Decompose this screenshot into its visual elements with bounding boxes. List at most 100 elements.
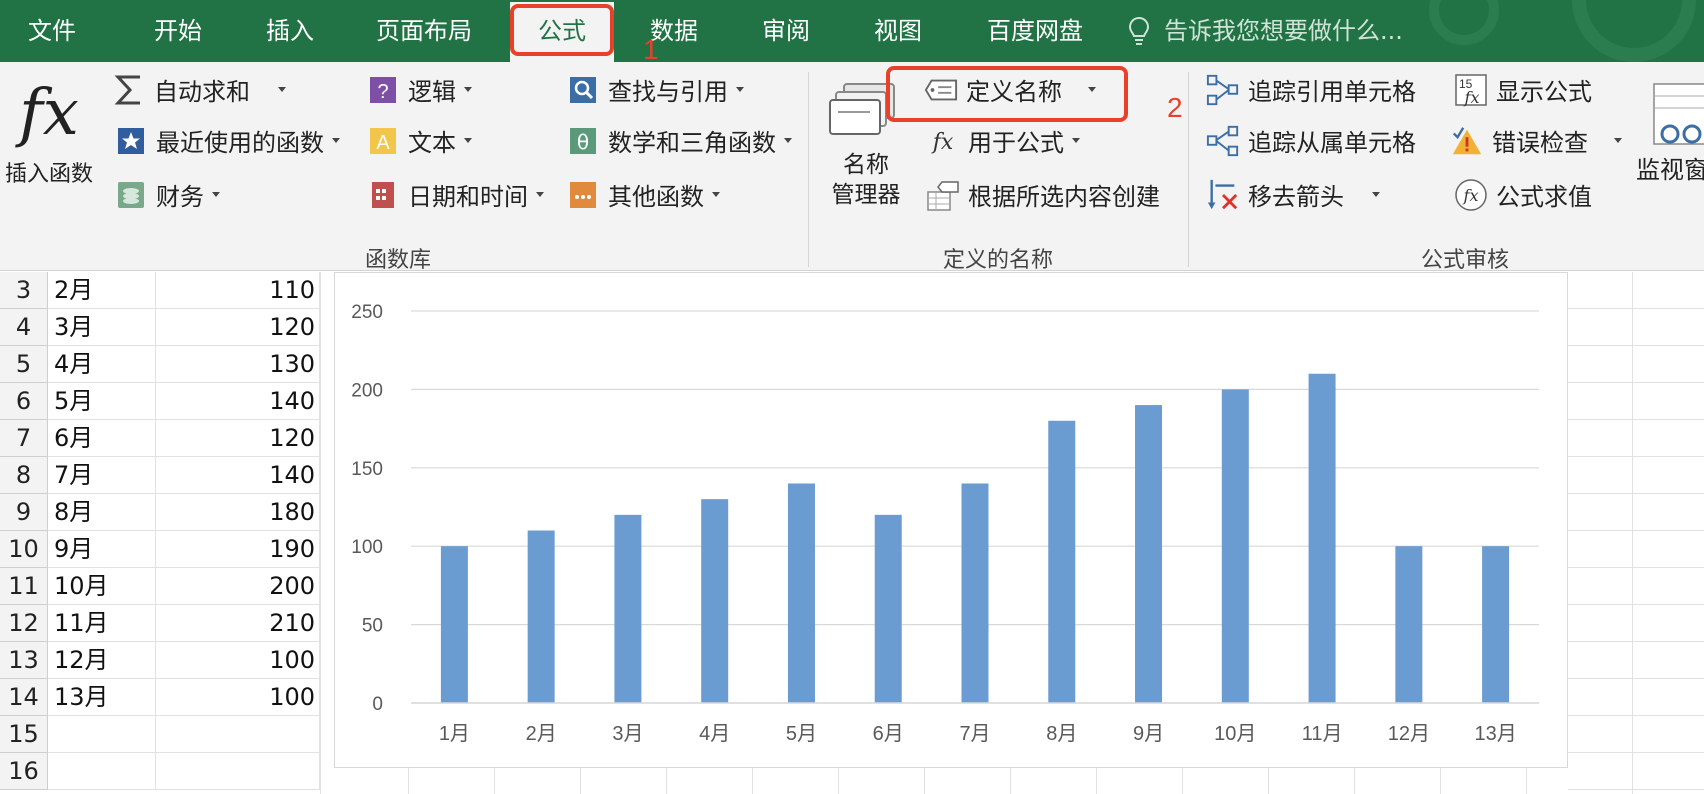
use-in-formula-button[interactable]: fx 用于公式 xyxy=(926,123,1080,158)
recent-functions-button[interactable]: 最近使用的函数 xyxy=(114,123,340,158)
financial-button[interactable]: 财务 xyxy=(114,177,220,212)
row-header[interactable]: 11 xyxy=(0,568,48,605)
row-header[interactable]: 6 xyxy=(0,383,48,420)
tab-page-layout[interactable]: 页面布局 xyxy=(356,0,492,62)
annotation-highlight-formulas-tab xyxy=(510,4,614,56)
value-cell[interactable]: 120 xyxy=(156,309,320,346)
error-checking-button[interactable]: 错误检查 xyxy=(1450,123,1622,158)
value-cell[interactable]: 120 xyxy=(156,420,320,457)
month-cell[interactable] xyxy=(48,753,156,790)
worksheet-grid[interactable]: 3 2月 110 4 3月 120 5 4月 130 6 5月 140 7 6月 120 8 7月 140 9 8月 1… xyxy=(0,272,1704,794)
y-tick-label: 150 xyxy=(351,459,383,480)
trace-dependents-button[interactable]: 追踪从属单元格 xyxy=(1206,123,1416,158)
chevron-down-icon xyxy=(1072,138,1080,143)
month-cell[interactable]: 11月 xyxy=(48,605,156,642)
bar[interactable] xyxy=(440,546,468,703)
text-functions-button[interactable]: A 文本 xyxy=(366,123,472,158)
bar[interactable] xyxy=(614,514,642,703)
trace-precedents-button[interactable]: 追踪引用单元格 xyxy=(1206,72,1416,107)
x-tick-label: 4月 xyxy=(699,723,730,745)
bar[interactable] xyxy=(787,483,815,703)
value-cell[interactable]: 140 xyxy=(156,383,320,420)
tab-baidu-netdisk[interactable]: 百度网盘 xyxy=(968,0,1102,62)
month-cell[interactable]: 3月 xyxy=(48,309,156,346)
value-cell[interactable]: 130 xyxy=(156,346,320,383)
tab-review[interactable]: 审阅 xyxy=(734,0,838,62)
bar[interactable] xyxy=(1395,546,1423,703)
row-header[interactable]: 9 xyxy=(0,494,48,531)
chevron-down-icon xyxy=(464,138,472,143)
name-manager-button[interactable]: 名称 管理器 xyxy=(820,150,912,210)
show-formulas-icon: 15 fx xyxy=(1454,73,1488,107)
bar[interactable] xyxy=(1135,405,1163,703)
row-header[interactable]: 16 xyxy=(0,753,48,790)
value-cell[interactable] xyxy=(156,753,320,790)
value-cell[interactable]: 200 xyxy=(156,568,320,605)
value-cell[interactable]: 100 xyxy=(156,679,320,716)
tell-me-search[interactable]: 告诉我您想要做什么... xyxy=(1128,0,1403,62)
watch-window-button[interactable]: 监视窗 xyxy=(1636,150,1704,185)
tab-view[interactable]: 视图 xyxy=(846,0,950,62)
row-header[interactable]: 4 xyxy=(0,309,48,346)
text-icon: A xyxy=(366,124,400,158)
lookup-reference-button[interactable]: 查找与引用 xyxy=(566,72,744,107)
month-cell[interactable]: 8月 xyxy=(48,494,156,531)
bar[interactable] xyxy=(1221,389,1249,703)
bar[interactable] xyxy=(1482,546,1510,703)
month-cell[interactable]: 4月 xyxy=(48,346,156,383)
value-cell[interactable]: 110 xyxy=(156,272,320,309)
value-cell[interactable]: 180 xyxy=(156,494,320,531)
grid-line xyxy=(1568,641,1704,642)
show-formulas-button[interactable]: 15 fx 显示公式 xyxy=(1454,72,1592,107)
month-cell[interactable]: 13月 xyxy=(48,679,156,716)
month-cell[interactable]: 12月 xyxy=(48,642,156,679)
tab-data[interactable]: 数据 xyxy=(622,0,726,62)
value-cell[interactable]: 140 xyxy=(156,457,320,494)
row-header[interactable]: 10 xyxy=(0,531,48,568)
evaluate-formula-button[interactable]: fx 公式求值 xyxy=(1454,177,1592,212)
bar[interactable] xyxy=(527,530,555,703)
bar[interactable] xyxy=(874,514,902,703)
value-cell[interactable]: 190 xyxy=(156,531,320,568)
remove-arrows-button[interactable]: 移去箭头 xyxy=(1206,177,1380,212)
insert-function-button[interactable]: fx 插入函数 xyxy=(0,70,98,188)
create-from-selection-icon xyxy=(926,178,960,212)
row-header[interactable]: 14 xyxy=(0,679,48,716)
row-header[interactable]: 3 xyxy=(0,272,48,309)
annotation-highlight-define-name xyxy=(886,66,1128,122)
bar[interactable] xyxy=(961,483,989,703)
grid-line xyxy=(1568,752,1704,753)
row-header[interactable]: 7 xyxy=(0,420,48,457)
evaluate-formula-icon: fx xyxy=(1454,178,1488,212)
svg-text:fx: fx xyxy=(1463,186,1479,205)
math-trig-button[interactable]: θ 数学和三角函数 xyxy=(566,123,792,158)
logical-button[interactable]: ? 逻辑 xyxy=(366,72,472,107)
create-from-selection-button[interactable]: 根据所选内容创建 xyxy=(926,177,1160,212)
month-cell[interactable]: 6月 xyxy=(48,420,156,457)
value-cell[interactable]: 100 xyxy=(156,642,320,679)
month-cell[interactable]: 5月 xyxy=(48,383,156,420)
value-cell[interactable] xyxy=(156,716,320,753)
month-cell[interactable] xyxy=(48,716,156,753)
tab-insert[interactable]: 插入 xyxy=(240,0,340,62)
bar[interactable] xyxy=(1308,373,1336,703)
month-cell[interactable]: 10月 xyxy=(48,568,156,605)
row-header[interactable]: 15 xyxy=(0,716,48,753)
row-header[interactable]: 13 xyxy=(0,642,48,679)
month-cell[interactable]: 2月 xyxy=(48,272,156,309)
month-cell[interactable]: 7月 xyxy=(48,457,156,494)
bar[interactable] xyxy=(1048,420,1076,703)
tab-home[interactable]: 开始 xyxy=(128,0,228,62)
column-chart[interactable]: 0 50 100 150 200 250 1月 2月 3月 4月 5月 6月 7月 8月 9月 10月 11月 1… xyxy=(334,272,1568,768)
month-cell[interactable]: 9月 xyxy=(48,531,156,568)
date-time-button[interactable]: 日期和时间 xyxy=(366,177,544,212)
tab-file[interactable]: 文件 xyxy=(0,0,104,62)
row-header[interactable]: 8 xyxy=(0,457,48,494)
row-header[interactable]: 5 xyxy=(0,346,48,383)
row-header[interactable]: 12 xyxy=(0,605,48,642)
value-cell[interactable]: 210 xyxy=(156,605,320,642)
bar[interactable] xyxy=(701,499,729,703)
autosum-button[interactable]: 自动求和 xyxy=(112,72,286,107)
formula-auditing-group-label: 公式审核 xyxy=(1420,248,1509,273)
more-functions-button[interactable]: 其他函数 xyxy=(566,177,720,212)
